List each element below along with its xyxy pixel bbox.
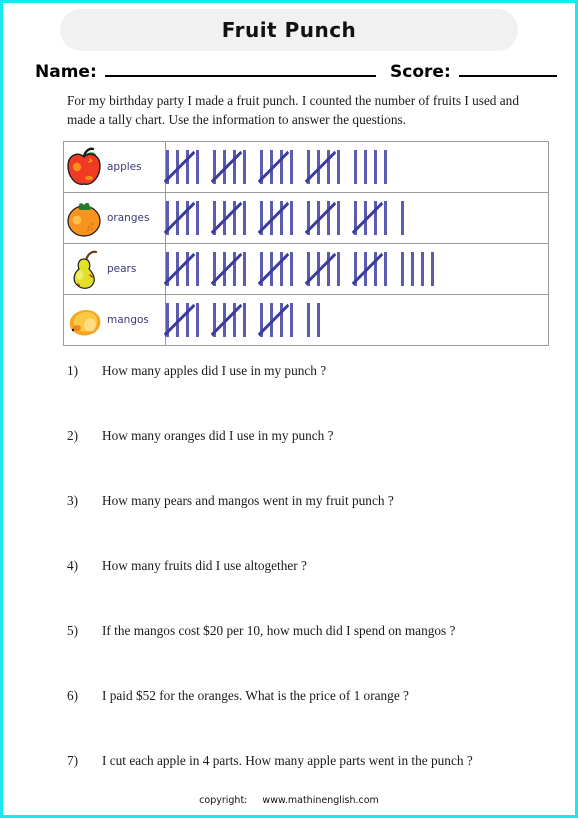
title-banner: Fruit Punch [60, 9, 518, 51]
row-label-text: apples [107, 160, 142, 173]
question-number: 1) [67, 362, 79, 378]
row-label-text: pears [107, 262, 137, 275]
tally-group-five [210, 251, 246, 286]
question-item: 6) I paid $52 for the oranges. What is t… [67, 688, 533, 753]
tally-group-five [257, 251, 293, 286]
tally-group-five [163, 251, 199, 286]
question-item: 3) How many pears and mangos went in my … [67, 493, 533, 558]
worksheet-page: Fruit Punch Name: Score: For my birthday… [0, 0, 578, 818]
question-text: How many oranges did I use in my punch ? [102, 427, 334, 443]
tally-group-ones [401, 251, 434, 286]
tally-group-five [351, 200, 387, 235]
tally-group-five [304, 200, 340, 235]
question-item: 5) If the mangos cost $20 per 10, how mu… [67, 623, 533, 688]
footer: copyright: www.mathinenglish.com [3, 795, 575, 806]
row-tally-pears [163, 242, 549, 295]
question-item: 1) How many apples did I use in my punch… [67, 363, 533, 428]
tally-group-five [351, 251, 387, 286]
tally-group-five [163, 200, 199, 235]
tally-group-five [210, 302, 246, 337]
mango-icon [69, 309, 101, 336]
intro-paragraph: For my birthday party I made a fruit pun… [67, 93, 519, 128]
table-row: mangos [63, 293, 549, 346]
row-label-text: oranges [107, 211, 150, 224]
tally-group-five [210, 200, 246, 235]
tally-group-five [304, 251, 340, 286]
question-number: 2) [67, 427, 79, 443]
questions-list: 1) How many apples did I use in my punch… [15, 363, 563, 815]
tally-group-ones [307, 302, 320, 337]
name-input-line[interactable] [104, 62, 377, 77]
question-text: I paid $52 for the oranges. What is the … [102, 687, 409, 703]
tally-chart-body: apples oranges pears mangos [63, 140, 549, 346]
table-row: oranges [63, 191, 549, 244]
question-number: 7) [67, 752, 79, 768]
row-tally-oranges [163, 191, 549, 244]
table-row: apples [63, 140, 549, 193]
question-text: How many apples did I use in my punch ? [102, 362, 327, 378]
score-label: Score: [390, 62, 451, 82]
website-link[interactable]: www.mathinenglish.com [262, 795, 378, 806]
tally-group-five [163, 149, 199, 184]
row-label-text: mangos [107, 313, 149, 326]
apple-icon [67, 147, 101, 185]
table-row: pears [63, 242, 549, 295]
score-input-line[interactable] [458, 62, 557, 77]
question-text: How many pears and mangos went in my fru… [102, 492, 394, 508]
pear-icon [73, 250, 98, 289]
tally-group-ones [354, 149, 387, 184]
row-tally-apples [163, 140, 549, 193]
question-number: 5) [67, 622, 79, 638]
question-text: I cut each apple in 4 parts. How many ap… [102, 752, 473, 768]
page-title: Fruit Punch [221, 18, 357, 42]
name-label: Name: [35, 62, 97, 82]
question-text: If the mangos cost $20 per 10, how much … [102, 622, 456, 638]
question-item: 2) How many oranges did I use in my punc… [67, 428, 533, 493]
question-item: 4) How many fruits did I use altogether … [67, 558, 533, 623]
question-item: 7) I cut each apple in 4 parts. How many… [67, 752, 533, 815]
tally-group-five [257, 149, 293, 184]
tally-chart-table: apples oranges pears mangos [63, 140, 549, 346]
tally-group-five [210, 149, 246, 184]
tally-group-five [257, 302, 293, 337]
question-number: 6) [67, 687, 79, 703]
tally-group-ones [401, 200, 404, 235]
name-score-row: Name: Score: [35, 62, 557, 82]
orange-icon [67, 202, 101, 237]
row-label-oranges: oranges [63, 191, 166, 244]
question-number: 4) [67, 557, 79, 573]
row-label-mangos: mangos [63, 293, 166, 346]
tally-group-five [257, 200, 293, 235]
row-label-apples: apples [63, 140, 166, 193]
worksheet-content: Fruit Punch Name: Score: For my birthday… [3, 3, 575, 815]
row-label-pears: pears [63, 242, 166, 295]
question-text: How many fruits did I use altogether ? [102, 557, 307, 573]
row-tally-mangos [163, 293, 549, 346]
tally-group-five [304, 149, 340, 184]
question-number: 3) [67, 492, 79, 508]
tally-group-five [163, 302, 199, 337]
copyright-label: copyright: [199, 795, 248, 806]
